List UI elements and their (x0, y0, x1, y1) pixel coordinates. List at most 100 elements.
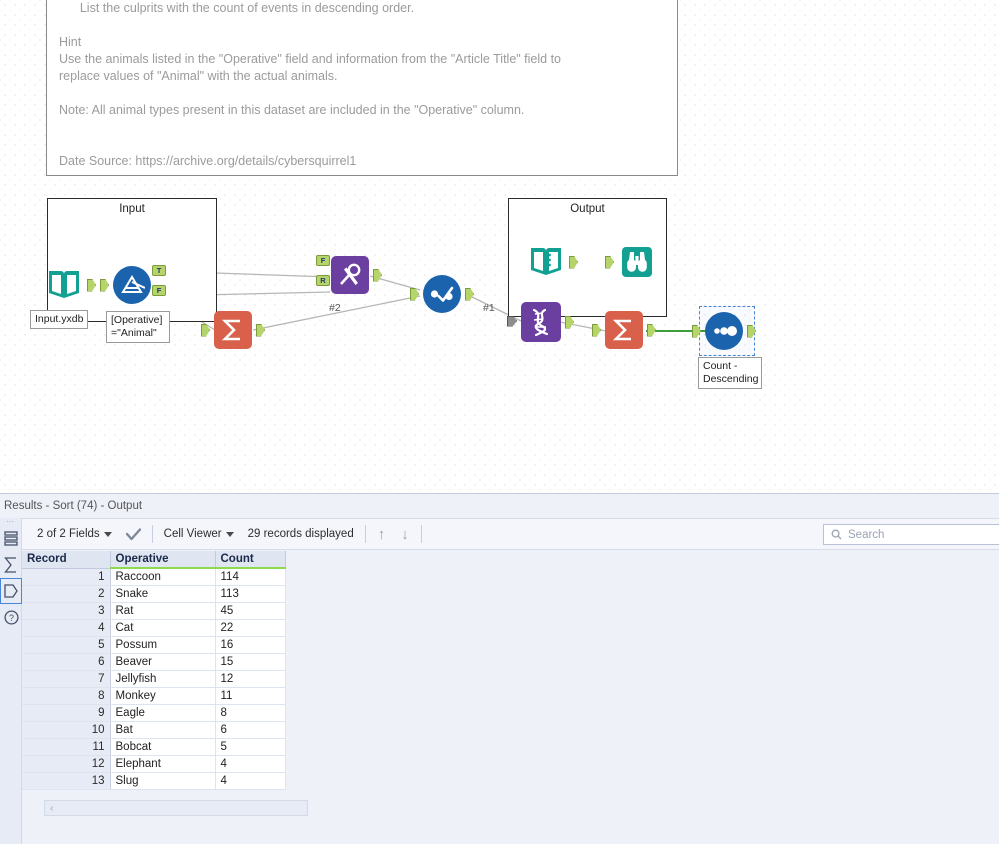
cell-operative[interactable]: Elephant (110, 755, 216, 773)
table-row[interactable]: 4 Cat 22 (22, 619, 286, 637)
cell-count[interactable]: 4 (215, 755, 286, 773)
cell-count[interactable]: 6 (215, 721, 286, 739)
table-row[interactable]: 7 Jellyfish 12 (22, 670, 286, 688)
search-input[interactable] (848, 528, 988, 541)
table-row[interactable]: 5 Possum 16 (22, 636, 286, 654)
results-grid[interactable]: Record Operative Count 1 Raccoon 114 2 Snake… (22, 551, 286, 790)
input-data-tool[interactable] (45, 266, 96, 304)
cell-record[interactable]: 6 (22, 653, 111, 671)
cell-record[interactable]: 1 (22, 568, 111, 586)
table-row[interactable]: 10 Bat 6 (22, 721, 286, 739)
cell-count[interactable]: 11 (215, 687, 286, 705)
filter-tool[interactable]: T F (100, 265, 166, 304)
cell-operative[interactable]: Cat (110, 619, 216, 637)
cell-record[interactable]: 13 (22, 772, 111, 790)
cell-viewer-dropdown[interactable]: Cell Viewer (157, 519, 241, 549)
cell-operative[interactable]: Slug (110, 772, 216, 790)
summarize-tool-2[interactable] (592, 311, 656, 349)
connection-label-2: #2 (329, 302, 341, 314)
output-data-tool[interactable] (527, 243, 578, 281)
rail-item-tag[interactable] (0, 578, 22, 604)
rail-item-grid[interactable] (0, 526, 22, 552)
book-icon (45, 266, 96, 304)
cell-record[interactable]: 12 (22, 755, 111, 773)
results-panel: Results - Sort (74) - Output 2 of 2 Fiel… (0, 493, 999, 844)
cell-count[interactable]: 16 (215, 636, 286, 654)
true-anchor[interactable]: T (152, 265, 166, 276)
cell-record[interactable]: 10 (22, 721, 111, 739)
filter-expression-label: [Operative] ="Animal" (106, 311, 170, 343)
cell-operative[interactable]: Possum (110, 636, 216, 654)
cell-record[interactable]: 11 (22, 738, 111, 756)
table-row[interactable]: 3 Rat 45 (22, 602, 286, 620)
union-tool[interactable] (410, 275, 474, 313)
table-row[interactable]: 2 Snake 113 (22, 585, 286, 603)
table-row[interactable]: 11 Bobcat 5 (22, 738, 286, 756)
find-anchor[interactable]: F (316, 255, 330, 266)
sigma-icon (201, 311, 265, 349)
cell-operative[interactable]: Eagle (110, 704, 216, 722)
scroll-left-arrow[interactable]: ‹ (50, 803, 53, 814)
summarize-tool-1[interactable] (201, 311, 265, 349)
column-header-record[interactable]: Record (22, 551, 111, 569)
cell-count[interactable]: 45 (215, 602, 286, 620)
cell-count[interactable]: 5 (215, 738, 286, 756)
alteryx-designer-window: List the culprits with the count of even… (0, 0, 999, 844)
horizontal-scrollbar[interactable]: ‹ (44, 800, 308, 816)
find-replace-tool[interactable]: F R (316, 255, 382, 294)
rail-item-help[interactable]: ? (0, 604, 22, 630)
cell-record[interactable]: 7 (22, 670, 111, 688)
cell-record[interactable]: 5 (22, 636, 111, 654)
cell-operative[interactable]: Beaver (110, 653, 216, 671)
cell-operative[interactable]: Raccoon (110, 568, 216, 586)
rail-item-sigma[interactable] (0, 552, 22, 578)
replace-anchor[interactable]: R (316, 275, 330, 286)
table-row[interactable]: 13 Slug 4 (22, 772, 286, 790)
column-header-operative[interactable]: Operative (110, 551, 216, 569)
cell-record[interactable]: 4 (22, 619, 111, 637)
cell-count[interactable]: 8 (215, 704, 286, 722)
fields-dropdown[interactable]: 2 of 2 Fields (30, 519, 119, 549)
apply-fields-button[interactable] (119, 519, 148, 549)
cell-count[interactable]: 113 (215, 585, 286, 603)
false-anchor[interactable]: F (152, 285, 166, 296)
grid-icon (4, 531, 18, 546)
workflow-canvas[interactable]: List the culprits with the count of even… (0, 0, 999, 493)
cell-count[interactable]: 4 (215, 772, 286, 790)
cell-count[interactable]: 22 (215, 619, 286, 637)
cell-operative[interactable]: Bobcat (110, 738, 216, 756)
cell-record[interactable]: 8 (22, 687, 111, 705)
cell-record[interactable]: 2 (22, 585, 111, 603)
scroll-up-button[interactable]: ↑ (370, 526, 394, 543)
cell-count[interactable]: 15 (215, 653, 286, 671)
chevron-down-icon (103, 531, 112, 537)
check-icon (125, 527, 141, 540)
table-row[interactable]: 1 Raccoon 114 (22, 568, 286, 586)
cell-operative[interactable]: Monkey (110, 687, 216, 705)
table-row[interactable]: 8 Monkey 11 (22, 687, 286, 705)
search-box[interactable] (823, 524, 999, 545)
scroll-down-button[interactable]: ↓ (393, 526, 417, 543)
table-row[interactable]: 12 Elephant 4 (22, 755, 286, 773)
cell-operative[interactable]: Bat (110, 721, 216, 739)
cell-count[interactable]: 12 (215, 670, 286, 688)
sort-tool[interactable] (692, 312, 756, 350)
table-row[interactable]: 6 Beaver 15 (22, 653, 286, 671)
results-grid-container[interactable]: Record Operative Count 1 Raccoon 114 2 Snake… (22, 551, 999, 844)
records-count: 29 records displayed (241, 519, 361, 549)
browse-tool[interactable] (605, 243, 656, 281)
cell-record[interactable]: 3 (22, 602, 111, 620)
cell-operative[interactable]: Jellyfish (110, 670, 216, 688)
regex-tool[interactable] (507, 302, 574, 342)
rail-grip[interactable]: ⋯ (0, 518, 21, 526)
cell-operative[interactable]: Rat (110, 602, 216, 620)
cell-operative[interactable]: Snake (110, 585, 216, 603)
results-title: Results - Sort (74) - Output (0, 494, 999, 518)
cell-record[interactable]: 9 (22, 704, 111, 722)
table-row[interactable]: 9 Eagle 8 (22, 704, 286, 722)
column-header-count[interactable]: Count (215, 551, 286, 569)
question-icon: ? (3, 609, 19, 625)
cell-count[interactable]: 114 (215, 568, 286, 586)
table-body: 1 Raccoon 114 2 Snake 113 3 Rat 45 4 Cat 22 5 Possum 1… (22, 568, 286, 790)
svg-text:?: ? (8, 613, 13, 623)
